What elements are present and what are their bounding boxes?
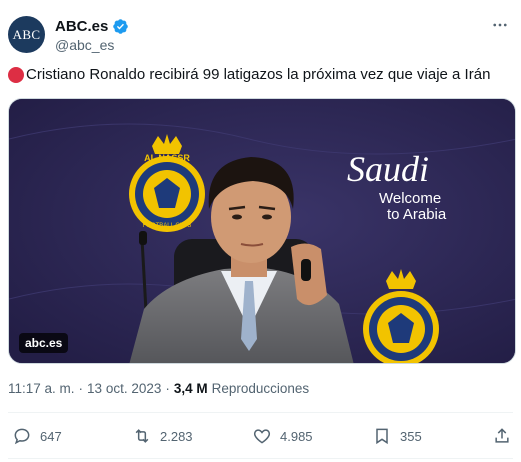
- bookmark-icon: [376, 428, 388, 445]
- author-handle[interactable]: @abc_es: [55, 37, 129, 53]
- tweet-card[interactable]: ABC ABC.es @abc_es Cristiano Ronaldo rec…: [0, 0, 521, 462]
- tweet-meta: 11:17 a. m. · 13 oct. 2023 · 3,4 M Repro…: [8, 381, 309, 396]
- tweet-time[interactable]: 11:17 a. m.: [8, 381, 75, 396]
- author-display-name[interactable]: ABC.es: [55, 18, 108, 35]
- repost-icon: [135, 429, 149, 443]
- views-count: 3,4 M: [173, 381, 208, 396]
- name-row: ABC.es: [55, 16, 129, 36]
- reply-count: 647: [40, 428, 62, 444]
- repost-button[interactable]: 2.283: [132, 422, 193, 450]
- red-circle-emoji-icon: [8, 67, 24, 83]
- tweet-body: Cristiano Ronaldo recibirá 99 latigazos …: [26, 66, 491, 83]
- verified-badge-icon: [112, 18, 129, 35]
- crest-text-top: AL NASSR: [144, 153, 190, 163]
- like-count: 4.985: [280, 428, 313, 444]
- reply-icon: [14, 428, 30, 445]
- banner-line1: Welcome: [379, 190, 441, 207]
- more-options-button[interactable]: [489, 14, 511, 36]
- meta-separator: ·: [78, 381, 84, 396]
- author-info[interactable]: ABC.es @abc_es: [55, 16, 129, 53]
- repost-count: 2.283: [160, 428, 193, 444]
- tweet-media[interactable]: Saudi Welcome to Arabia AL NASSR FOOTBAL…: [8, 98, 516, 364]
- like-button[interactable]: 4.985: [252, 422, 313, 450]
- more-dots-icon: [493, 23, 507, 27]
- divider-bottom: [8, 458, 513, 459]
- banner-title: Saudi: [347, 149, 429, 189]
- meta-separator-2: ·: [165, 381, 170, 396]
- reply-button[interactable]: 647: [12, 422, 62, 450]
- avatar-text: ABC: [12, 26, 41, 42]
- share-button[interactable]: [492, 422, 512, 450]
- tweet-text: Cristiano Ronaldo recibirá 99 latigazos …: [8, 64, 513, 86]
- views-label: Reproducciones: [211, 381, 310, 396]
- bookmark-count: 355: [400, 428, 422, 444]
- tweet-date[interactable]: 13 oct. 2023: [87, 381, 161, 396]
- action-bar: 647 2.283 4.985 355: [0, 422, 521, 450]
- crest-text-bottom: FOOTBALL CLUB: [143, 223, 192, 229]
- divider: [8, 412, 513, 413]
- media-domain-label[interactable]: abc.es: [19, 333, 69, 353]
- banner-line2: to Arabia: [387, 206, 447, 223]
- author-avatar[interactable]: ABC: [8, 16, 45, 53]
- heart-icon: [253, 429, 271, 444]
- share-icon: [495, 428, 509, 443]
- bookmark-button[interactable]: 355: [372, 422, 422, 450]
- press-conference-photo: Saudi Welcome to Arabia AL NASSR FOOTBAL…: [9, 99, 515, 363]
